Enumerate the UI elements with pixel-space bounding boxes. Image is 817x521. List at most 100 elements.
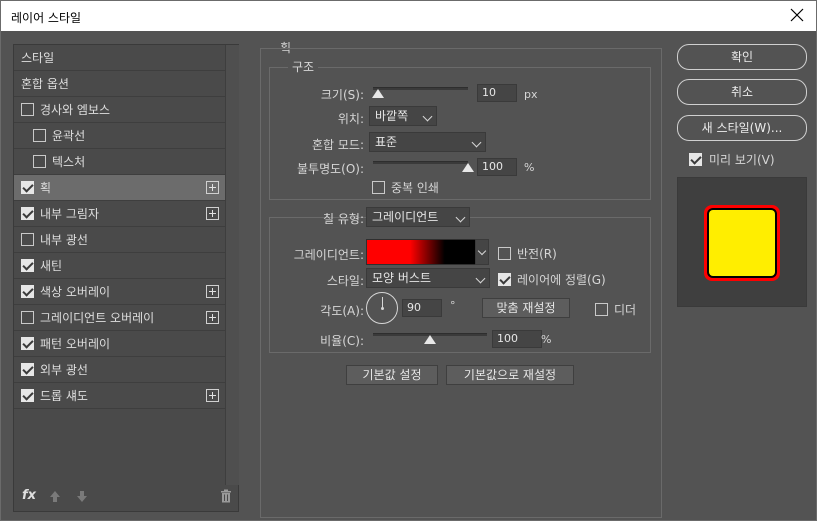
angle-dial[interactable] <box>366 292 398 324</box>
structure-title: 구조 <box>288 58 319 75</box>
preview-check[interactable]: 미리 보기(V) <box>689 151 775 168</box>
position-select[interactable]: 바깥쪽 <box>369 106 437 126</box>
gradient-picker[interactable] <box>366 239 476 265</box>
sidebar-item[interactable]: 획 <box>14 175 225 201</box>
reset-to-default-button[interactable]: 기본값으로 재설정 <box>446 365 574 385</box>
close-icon[interactable] <box>786 4 808 26</box>
sidebar-item-label: 드롭 섀도 <box>40 389 88 403</box>
sidebar-item-checkbox[interactable] <box>21 233 34 246</box>
new-style-button[interactable]: 새 스타일(W)... <box>677 115 807 141</box>
sidebar-item-label: 새틴 <box>40 259 63 273</box>
dither-check[interactable]: 디더 <box>595 301 636 318</box>
sidebar-item[interactable]: 내부 광선 <box>14 227 225 253</box>
opacity-slider-thumb[interactable] <box>462 163 474 172</box>
position-value: 바깥쪽 <box>375 109 409 123</box>
reset-alignment-button[interactable]: 맞춤 재설정 <box>482 298 570 318</box>
move-up-icon[interactable] <box>49 490 61 503</box>
fx-button[interactable]: fx <box>22 488 36 503</box>
sidebar-item-checkbox[interactable] <box>21 311 34 324</box>
blend-mode-select[interactable]: 표준 <box>369 132 486 152</box>
ok-button[interactable]: 확인 <box>677 44 807 70</box>
opacity-input[interactable]: 100 <box>477 158 517 176</box>
sidebar-item[interactable]: 혼합 옵션 <box>14 71 225 97</box>
trash-icon[interactable] <box>220 489 232 503</box>
styles-footer: fx <box>14 483 238 511</box>
blend-mode-value: 표준 <box>375 135 398 149</box>
sidebar-item-label: 외부 광선 <box>40 363 88 377</box>
scale-slider-thumb[interactable] <box>424 335 436 344</box>
sidebar-item-label: 패턴 오버레이 <box>40 337 111 351</box>
dither-checkbox[interactable] <box>595 303 608 316</box>
preview-checkbox[interactable] <box>689 153 702 166</box>
sidebar-item-checkbox[interactable] <box>21 103 34 116</box>
reverse-checkbox[interactable] <box>498 247 511 260</box>
size-slider-track[interactable] <box>373 87 468 90</box>
sidebar-item-checkbox[interactable] <box>21 259 34 272</box>
styles-scrollbar[interactable] <box>225 45 239 485</box>
preview-label: 미리 보기(V) <box>709 153 775 167</box>
sidebar-item[interactable]: 새틴 <box>14 253 225 279</box>
align-with-layer-checkbox[interactable] <box>498 273 511 286</box>
sidebar-item[interactable]: 내부 그림자 <box>14 201 225 227</box>
add-effect-icon[interactable] <box>206 389 219 402</box>
opacity-label: 불투명도(O): <box>296 162 364 176</box>
sidebar-item-checkbox[interactable] <box>33 129 46 142</box>
angle-input[interactable]: 90 <box>402 299 442 317</box>
sidebar-item-label: 내부 그림자 <box>40 207 100 221</box>
reverse-check[interactable]: 반전(R) <box>498 245 557 262</box>
sidebar-item-label: 획 <box>40 181 52 195</box>
opacity-slider-track[interactable] <box>373 161 468 164</box>
preview-thumbnail <box>677 177 807 307</box>
overprint-checkbox[interactable] <box>372 181 385 194</box>
style-label: 스타일: <box>326 274 364 288</box>
sidebar-item[interactable]: 윤곽선 <box>14 123 225 149</box>
sidebar-item[interactable]: 스타일 <box>14 45 225 71</box>
sidebar-item-checkbox[interactable] <box>21 285 34 298</box>
sidebar-item-checkbox[interactable] <box>33 155 46 168</box>
add-effect-icon[interactable] <box>206 285 219 298</box>
make-default-button[interactable]: 기본값 설정 <box>346 365 438 385</box>
fill-type-select[interactable]: 그레이디언트 <box>366 207 470 227</box>
sidebar-item-label: 스타일 <box>21 51 55 65</box>
sidebar-item[interactable]: 경사와 엠보스 <box>14 97 225 123</box>
size-unit: px <box>524 88 538 101</box>
chevron-down-icon <box>475 273 486 284</box>
sidebar-item-checkbox[interactable] <box>21 181 34 194</box>
angle-label: 각도(A): <box>320 304 364 318</box>
add-effect-icon[interactable] <box>206 207 219 220</box>
title-bar: 레이어 스타일 <box>0 0 817 31</box>
overprint-label: 중복 인쇄 <box>391 181 439 195</box>
gradient-dropdown[interactable] <box>475 239 489 265</box>
chevron-down-icon <box>422 111 433 122</box>
fill-type-value: 그레이디언트 <box>372 210 439 224</box>
sidebar-item[interactable]: 그레이디언트 오버레이 <box>14 305 225 331</box>
move-down-icon[interactable] <box>76 490 88 503</box>
size-label: 크기(S): <box>320 88 364 102</box>
sidebar-item-checkbox[interactable] <box>21 337 34 350</box>
add-effect-icon[interactable] <box>206 181 219 194</box>
overprint-check[interactable]: 중복 인쇄 <box>372 179 439 196</box>
align-with-layer-check[interactable]: 레이어에 정렬(G) <box>498 271 606 288</box>
sidebar-item[interactable]: 드롭 섀도 <box>14 383 225 409</box>
sidebar-item-label: 윤곽선 <box>52 129 86 143</box>
sidebar-item-checkbox[interactable] <box>21 207 34 220</box>
preview-fill <box>709 210 775 276</box>
add-effect-icon[interactable] <box>206 311 219 324</box>
style-select[interactable]: 모양 버스트 <box>366 268 490 288</box>
size-slider-thumb[interactable] <box>371 89 384 98</box>
sidebar-item[interactable]: 외부 광선 <box>14 357 225 383</box>
align-with-layer-label: 레이어에 정렬(G) <box>517 273 606 287</box>
preview-swatch <box>704 205 780 281</box>
scale-label: 비율(C): <box>320 334 364 348</box>
cancel-button[interactable]: 취소 <box>677 79 807 105</box>
sidebar-item-checkbox[interactable] <box>21 389 34 402</box>
stroke-settings: 획 구조 크기(S): 10 px 위치: 바깥쪽 혼합 모드: 표준 불투명도… <box>256 31 663 521</box>
opacity-unit: % <box>524 161 535 174</box>
sidebar-item[interactable]: 색상 오버레이 <box>14 279 225 305</box>
size-input[interactable]: 10 <box>477 84 517 102</box>
sidebar-item-checkbox[interactable] <box>21 363 34 376</box>
scale-input[interactable]: 100 <box>492 330 542 348</box>
sidebar-item[interactable]: 텍스처 <box>14 149 225 175</box>
sidebar-item[interactable]: 패턴 오버레이 <box>14 331 225 357</box>
sidebar-item-label: 경사와 엠보스 <box>40 103 111 117</box>
